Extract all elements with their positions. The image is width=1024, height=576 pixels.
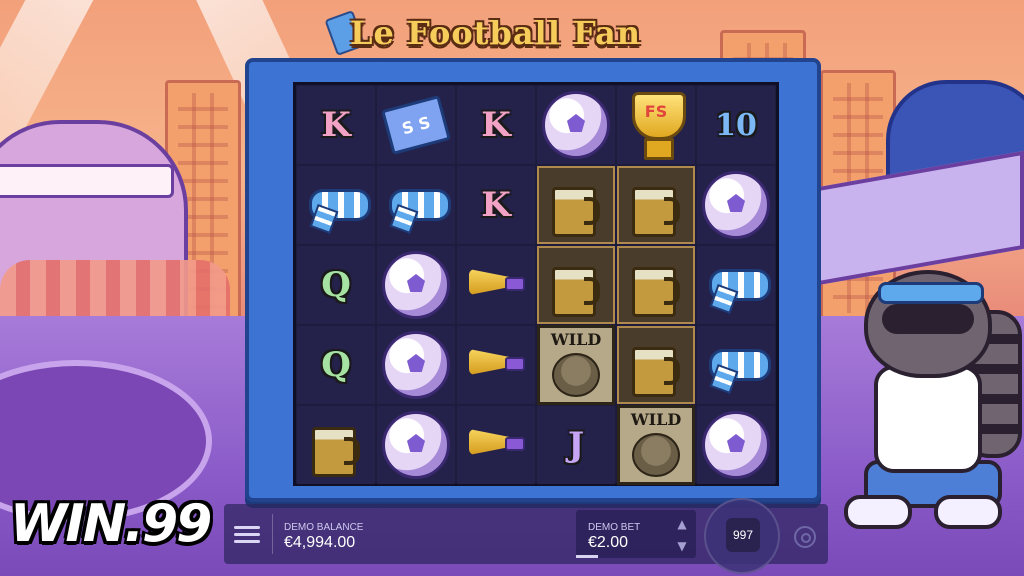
letter-symbol: Q [321, 265, 351, 305]
reel-cell: 10 [697, 86, 775, 164]
reel-cell [617, 166, 695, 244]
football-symbol-icon [382, 331, 450, 399]
reel-cell: J [537, 406, 615, 484]
scarf-symbol-icon [705, 343, 771, 387]
game-scene: Le Football Fan K S S K FS 10 K Q Q WILD J WILD WI… [0, 0, 1024, 576]
reel-cell [377, 246, 455, 324]
control-bar: DEMO BALANCE €4,994.00 DEMO BET €2.00 ▲ … [224, 498, 828, 574]
wild-symbol: WILD [617, 405, 695, 485]
horn-symbol-icon [465, 265, 527, 305]
reel-cell [377, 406, 455, 484]
reel-cell [697, 246, 775, 324]
letter-symbol: J [567, 425, 585, 465]
beer-mug-symbol-icon [632, 337, 680, 397]
reel-grid: K S S K FS 10 K Q Q WILD J WILD [296, 85, 776, 485]
letter-symbol: K [481, 185, 511, 225]
wild-symbol: WILD [537, 325, 615, 405]
site-logo-text: WIN.99 [10, 494, 212, 554]
reel-cell: FS [617, 86, 695, 164]
reel-frame: K S S K FS 10 K Q Q WILD J WILD [245, 58, 821, 502]
beer-mug-symbol-icon [552, 177, 600, 237]
site-logo: WIN.99 [10, 494, 212, 564]
reel-cell: K [457, 86, 535, 164]
reel-cell: WILD [617, 405, 695, 485]
beer-mug-symbol-icon [552, 257, 600, 317]
reel-cell: K [297, 86, 375, 164]
chevron-down-icon[interactable]: ▼ [676, 540, 688, 552]
reel-cell: Q [297, 246, 375, 324]
trophy-symbol-icon: FS [626, 92, 686, 160]
beer-mug-symbol-icon [632, 177, 680, 237]
raccoon-face-icon [552, 353, 600, 397]
bet-label: DEMO BET [588, 522, 641, 533]
scarf-symbol-icon [385, 183, 451, 227]
scarf-symbol-icon [305, 183, 371, 227]
trophy-label: FS [644, 102, 668, 121]
spin-counter[interactable]: 997 [726, 518, 760, 552]
wild-label: WILD [550, 330, 602, 349]
letter-symbol: K [321, 105, 351, 145]
raccoon-face-icon [632, 433, 680, 477]
reel-cell [617, 246, 695, 324]
beer-mug-symbol-icon [312, 417, 360, 477]
raccoon-mascot [824, 270, 1022, 540]
game-title-text: Le Football Fan [350, 14, 641, 52]
game-title: Le Football Fan [324, 8, 710, 56]
football-symbol-icon [382, 411, 450, 479]
horn-symbol-icon [465, 345, 527, 385]
football-symbol-icon [382, 251, 450, 319]
reel-cell [697, 326, 775, 404]
reel-cell [457, 326, 535, 404]
reel-cell [697, 406, 775, 484]
horn-symbol-icon [465, 425, 527, 465]
reel-cell [377, 166, 455, 244]
reel-cell [537, 166, 615, 244]
divider [272, 514, 273, 554]
bet-underline [576, 555, 598, 558]
balance-value: €4,994.00 [284, 534, 356, 551]
hamburger-menu-icon[interactable] [234, 522, 260, 544]
letter-symbol: K [481, 105, 511, 145]
reel-cell [377, 326, 455, 404]
bet-value: €2.00 [588, 534, 629, 551]
letter-symbol: 10 [715, 107, 757, 143]
chevron-up-icon[interactable]: ▲ [676, 518, 688, 530]
reel-cell: K [457, 166, 535, 244]
football-symbol-icon [702, 171, 770, 239]
wild-label: WILD [630, 410, 682, 429]
beer-mug-symbol-icon [632, 257, 680, 317]
football-symbol-icon [702, 411, 770, 479]
reel-cell [617, 326, 695, 404]
reel-cell [697, 166, 775, 244]
football-symbol-icon [542, 91, 610, 159]
reel-cell [457, 406, 535, 484]
balance-label: DEMO BALANCE [284, 522, 364, 533]
reel-cell [457, 246, 535, 324]
scarf-symbol-icon [705, 263, 771, 307]
reel-cell [297, 406, 375, 484]
letter-symbol: Q [321, 345, 351, 385]
reel-cell: Q [297, 326, 375, 404]
reel-window: K S S K FS 10 K Q Q WILD J WILD [293, 82, 779, 486]
reel-cell [537, 246, 615, 324]
autoplay-icon[interactable] [794, 526, 816, 548]
reel-cell [297, 166, 375, 244]
reel-cell: S S [377, 86, 455, 164]
reel-cell [537, 86, 615, 164]
reel-cell: WILD [537, 325, 615, 405]
ticket-symbol-icon: S S [381, 95, 451, 155]
spin-button[interactable]: 997 [704, 498, 780, 574]
